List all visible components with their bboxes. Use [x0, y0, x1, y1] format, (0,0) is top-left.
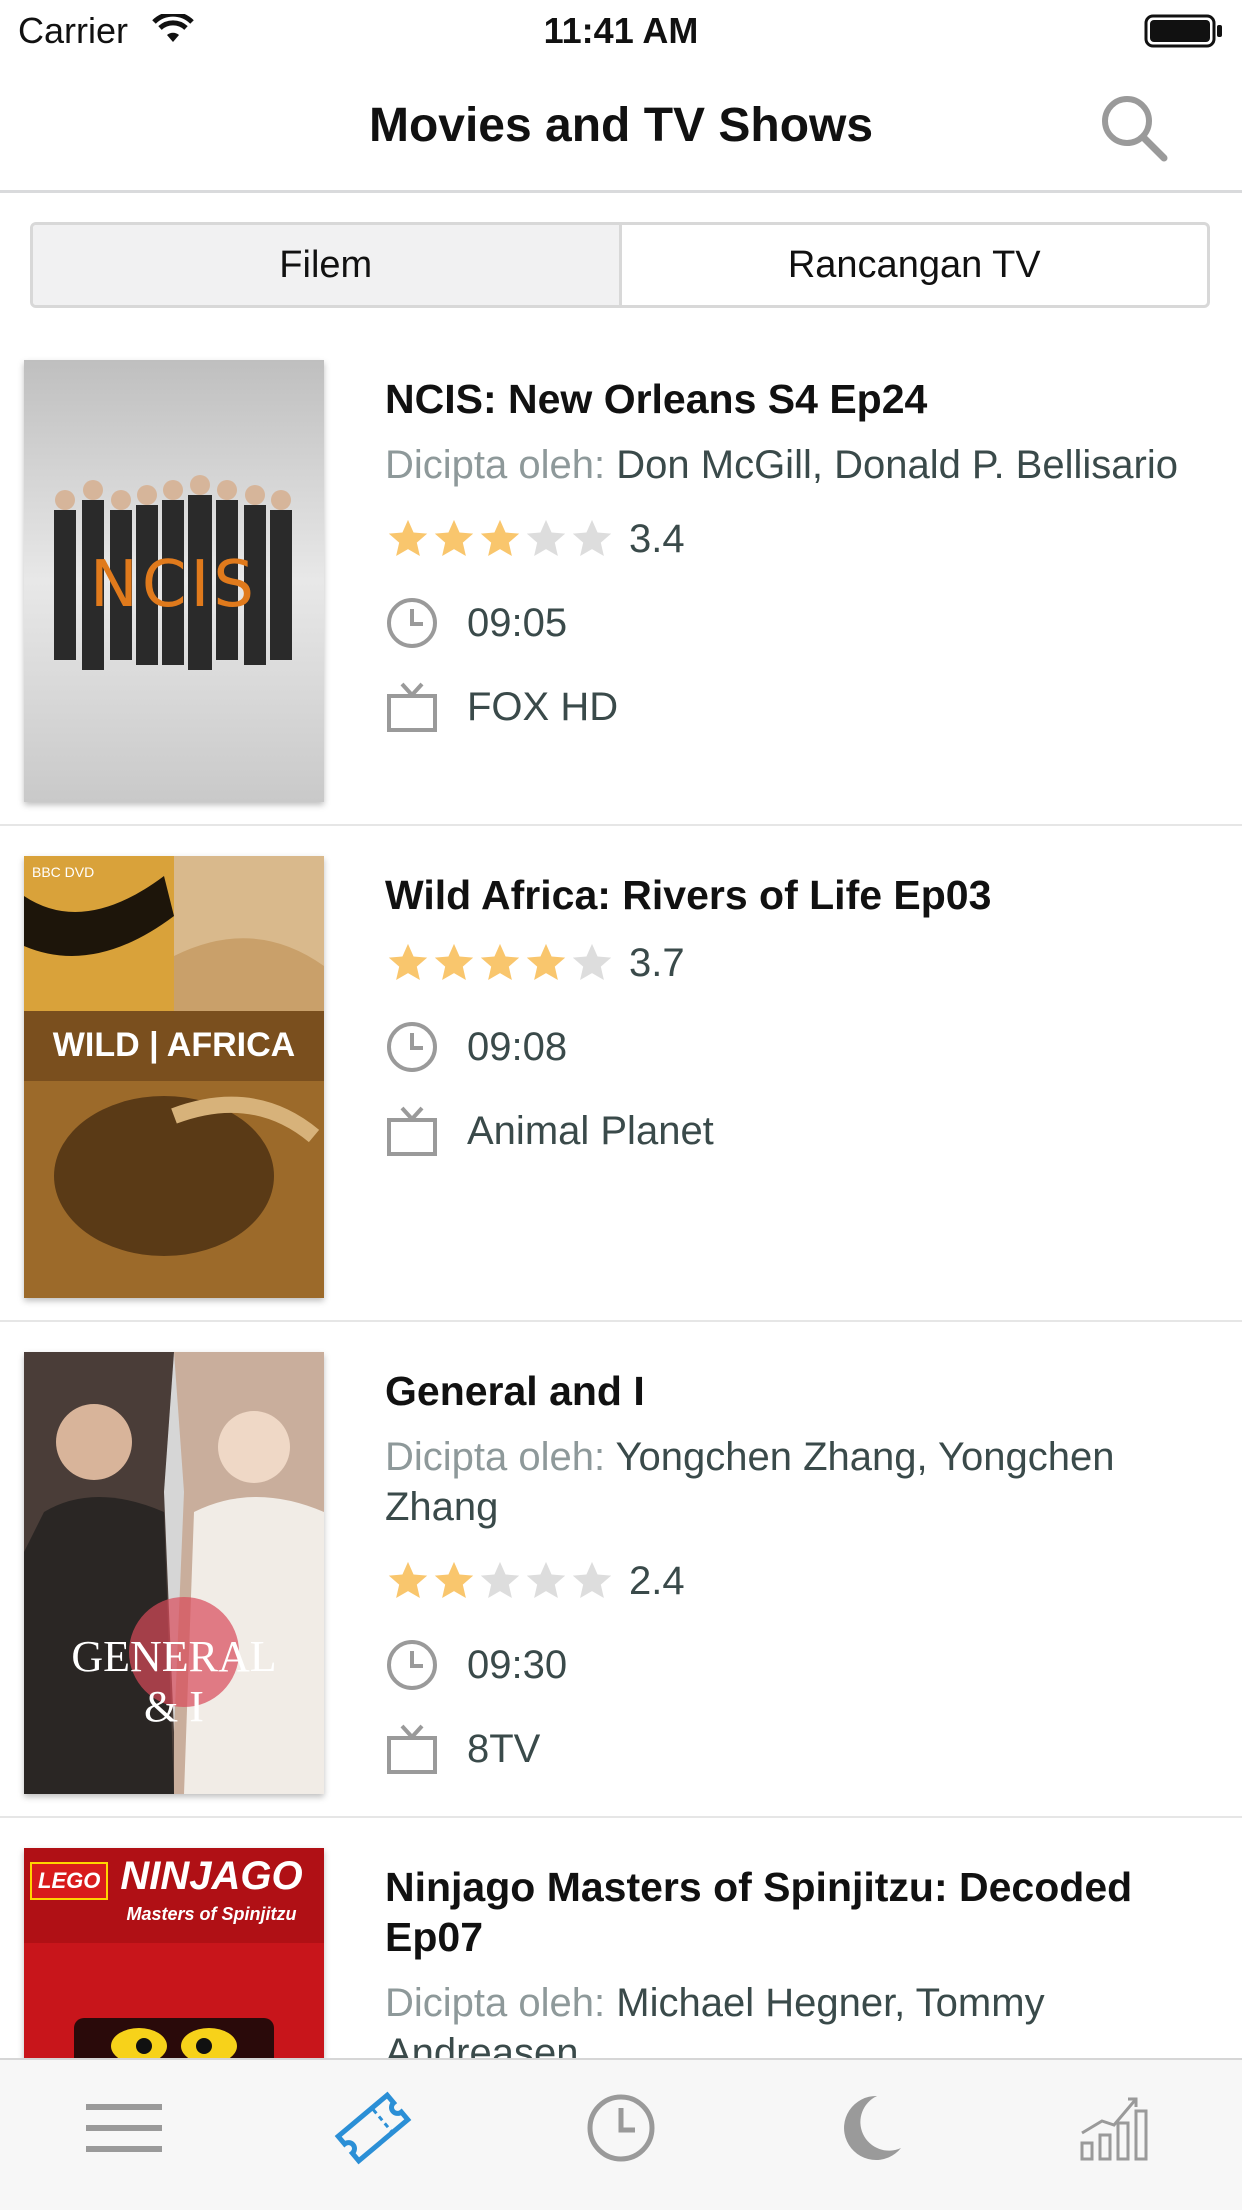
item-creators: Dicipta oleh: Yongchen Zhang, Yongchen Z…	[385, 1432, 1205, 1532]
search-button[interactable]	[1098, 92, 1170, 164]
status-bar: Carrier 11:41 AM	[0, 0, 1242, 62]
page-title: Movies and TV Shows	[368, 99, 874, 152]
star-empty-icon	[480, 1561, 520, 1599]
tab-night[interactable]	[745, 2060, 993, 2210]
rating-value: 3.7	[629, 940, 685, 985]
ticket-icon	[334, 2091, 411, 2165]
clock-icon	[387, 598, 437, 648]
poster-badge: BBC DVD	[32, 864, 95, 880]
tv-icon	[387, 1724, 437, 1774]
status-time: 11:41 AM	[543, 10, 699, 51]
poster-image: BBC DVD WILD | AFRICA	[24, 856, 324, 1298]
program-list: NCIS NCIS: New Orleans S4 Ep24 Dicipta o…	[0, 330, 1242, 2058]
channel-value: FOX HD	[467, 684, 619, 729]
battery-icon	[1144, 14, 1224, 53]
rating: 3.4	[385, 512, 1205, 566]
tv-icon	[387, 682, 437, 732]
star-rating	[385, 516, 615, 562]
channel: 8TV	[385, 1722, 1205, 1776]
list-item[interactable]: BBC DVD WILD | AFRICA Wild Africa: River…	[0, 826, 1242, 1322]
list-item[interactable]: GENERAL & I General and I Dicipta oleh: …	[0, 1322, 1242, 1818]
star-rating	[385, 940, 615, 986]
item-title: Ninjago Masters of Spinjitzu: Decoded Ep…	[385, 1864, 1133, 1960]
star-filled-icon	[526, 943, 566, 981]
lego-logo: LEGO	[30, 1862, 109, 1900]
item-info: NCIS: New Orleans S4 Ep24 Dicipta oleh: …	[385, 374, 1205, 764]
search-icon	[1102, 96, 1168, 162]
trending-chart-icon	[1080, 2097, 1148, 2161]
tab-bar	[0, 2058, 1242, 2210]
poster-title: NINJAGO	[120, 1854, 303, 1898]
channel: Animal Planet	[385, 1104, 1205, 1158]
tv-icon	[387, 1106, 437, 1156]
star-empty-icon	[572, 943, 612, 981]
list-item[interactable]: NCIS NCIS: New Orleans S4 Ep24 Dicipta o…	[0, 330, 1242, 826]
created-by-label: Dicipta oleh:	[385, 1435, 606, 1479]
moon-icon	[844, 2095, 902, 2160]
rating-value: 2.4	[629, 1558, 685, 1603]
created-by-label: Dicipta oleh:	[385, 1981, 606, 2025]
star-filled-icon	[388, 943, 428, 981]
poster-subtitle: Masters of Spinjitzu	[126, 1904, 297, 1924]
navigation-bar: Movies and TV Shows	[0, 62, 1242, 193]
creators-value: Don McGill, Donald P. Bellisario	[616, 443, 1178, 487]
channel-value: Animal Planet	[467, 1108, 714, 1153]
tab-history[interactable]	[497, 2060, 745, 2210]
item-title: NCIS: New Orleans S4 Ep24	[385, 376, 928, 422]
item-info: General and I Dicipta oleh: Yongchen Zha…	[385, 1366, 1205, 1806]
item-creators: Dicipta oleh: Don McGill, Donald P. Bell…	[385, 440, 1205, 490]
poster-title: GENERAL & I	[71, 1632, 277, 1731]
tab-ticket[interactable]	[248, 2060, 496, 2210]
poster-image: LEGO NINJAGO Masters of Spinjitzu	[24, 1848, 324, 2058]
tab-trending[interactable]	[994, 2060, 1242, 2210]
star-empty-icon	[526, 1561, 566, 1599]
star-empty-icon	[526, 519, 566, 557]
star-empty-icon	[572, 1561, 612, 1599]
rating-value: 3.4	[629, 516, 685, 561]
segment-filem[interactable]: Filem	[33, 225, 619, 305]
star-filled-icon	[434, 519, 474, 557]
star-filled-icon	[434, 1561, 474, 1599]
segmented-control: Filem Rancangan TV	[30, 222, 1210, 308]
star-empty-icon	[572, 519, 612, 557]
rating: 2.4	[385, 1554, 1205, 1608]
air-time: 09:30	[385, 1638, 1205, 1692]
clock-icon	[587, 2094, 655, 2162]
item-title: Wild Africa: Rivers of Life Ep03	[385, 872, 992, 918]
poster-title: WILD | AFRICA	[52, 1026, 296, 1064]
star-filled-icon	[480, 519, 520, 557]
item-title: General and I	[385, 1368, 645, 1414]
menu-icon	[86, 2104, 163, 2152]
poster-image: GENERAL & I	[24, 1352, 324, 1794]
star-filled-icon	[388, 1561, 428, 1599]
air-time: 09:08	[385, 1020, 1205, 1074]
time-value: 09:08	[467, 1024, 568, 1069]
star-filled-icon	[480, 943, 520, 981]
poster-image: NCIS	[24, 360, 324, 802]
rating: 3.7	[385, 936, 1205, 990]
air-time: 09:05	[385, 596, 1205, 650]
channel: FOX HD	[385, 680, 1205, 734]
item-creators: Dicipta oleh: Michael Hegner, Tommy Andr…	[385, 1978, 1205, 2058]
star-filled-icon	[434, 943, 474, 981]
time-value: 09:30	[467, 1642, 568, 1687]
created-by-label: Dicipta oleh:	[385, 443, 606, 487]
channel-value: 8TV	[467, 1726, 541, 1771]
list-item[interactable]: LEGO NINJAGO Masters of Spinjitzu Ninjag…	[0, 1818, 1242, 2058]
item-info: Wild Africa: Rivers of Life Ep03 3.7 09:…	[385, 870, 1205, 1188]
star-rating	[385, 1558, 615, 1604]
tab-menu[interactable]	[0, 2060, 248, 2210]
star-filled-icon	[388, 519, 428, 557]
clock-icon	[387, 1640, 437, 1690]
poster-title: NCIS	[89, 548, 259, 622]
time-value: 09:05	[467, 600, 568, 645]
segment-rancangan-tv[interactable]: Rancangan TV	[618, 225, 1208, 305]
clock-icon	[387, 1022, 437, 1072]
item-info: Ninjago Masters of Spinjitzu: Decoded Ep…	[385, 1862, 1205, 2058]
